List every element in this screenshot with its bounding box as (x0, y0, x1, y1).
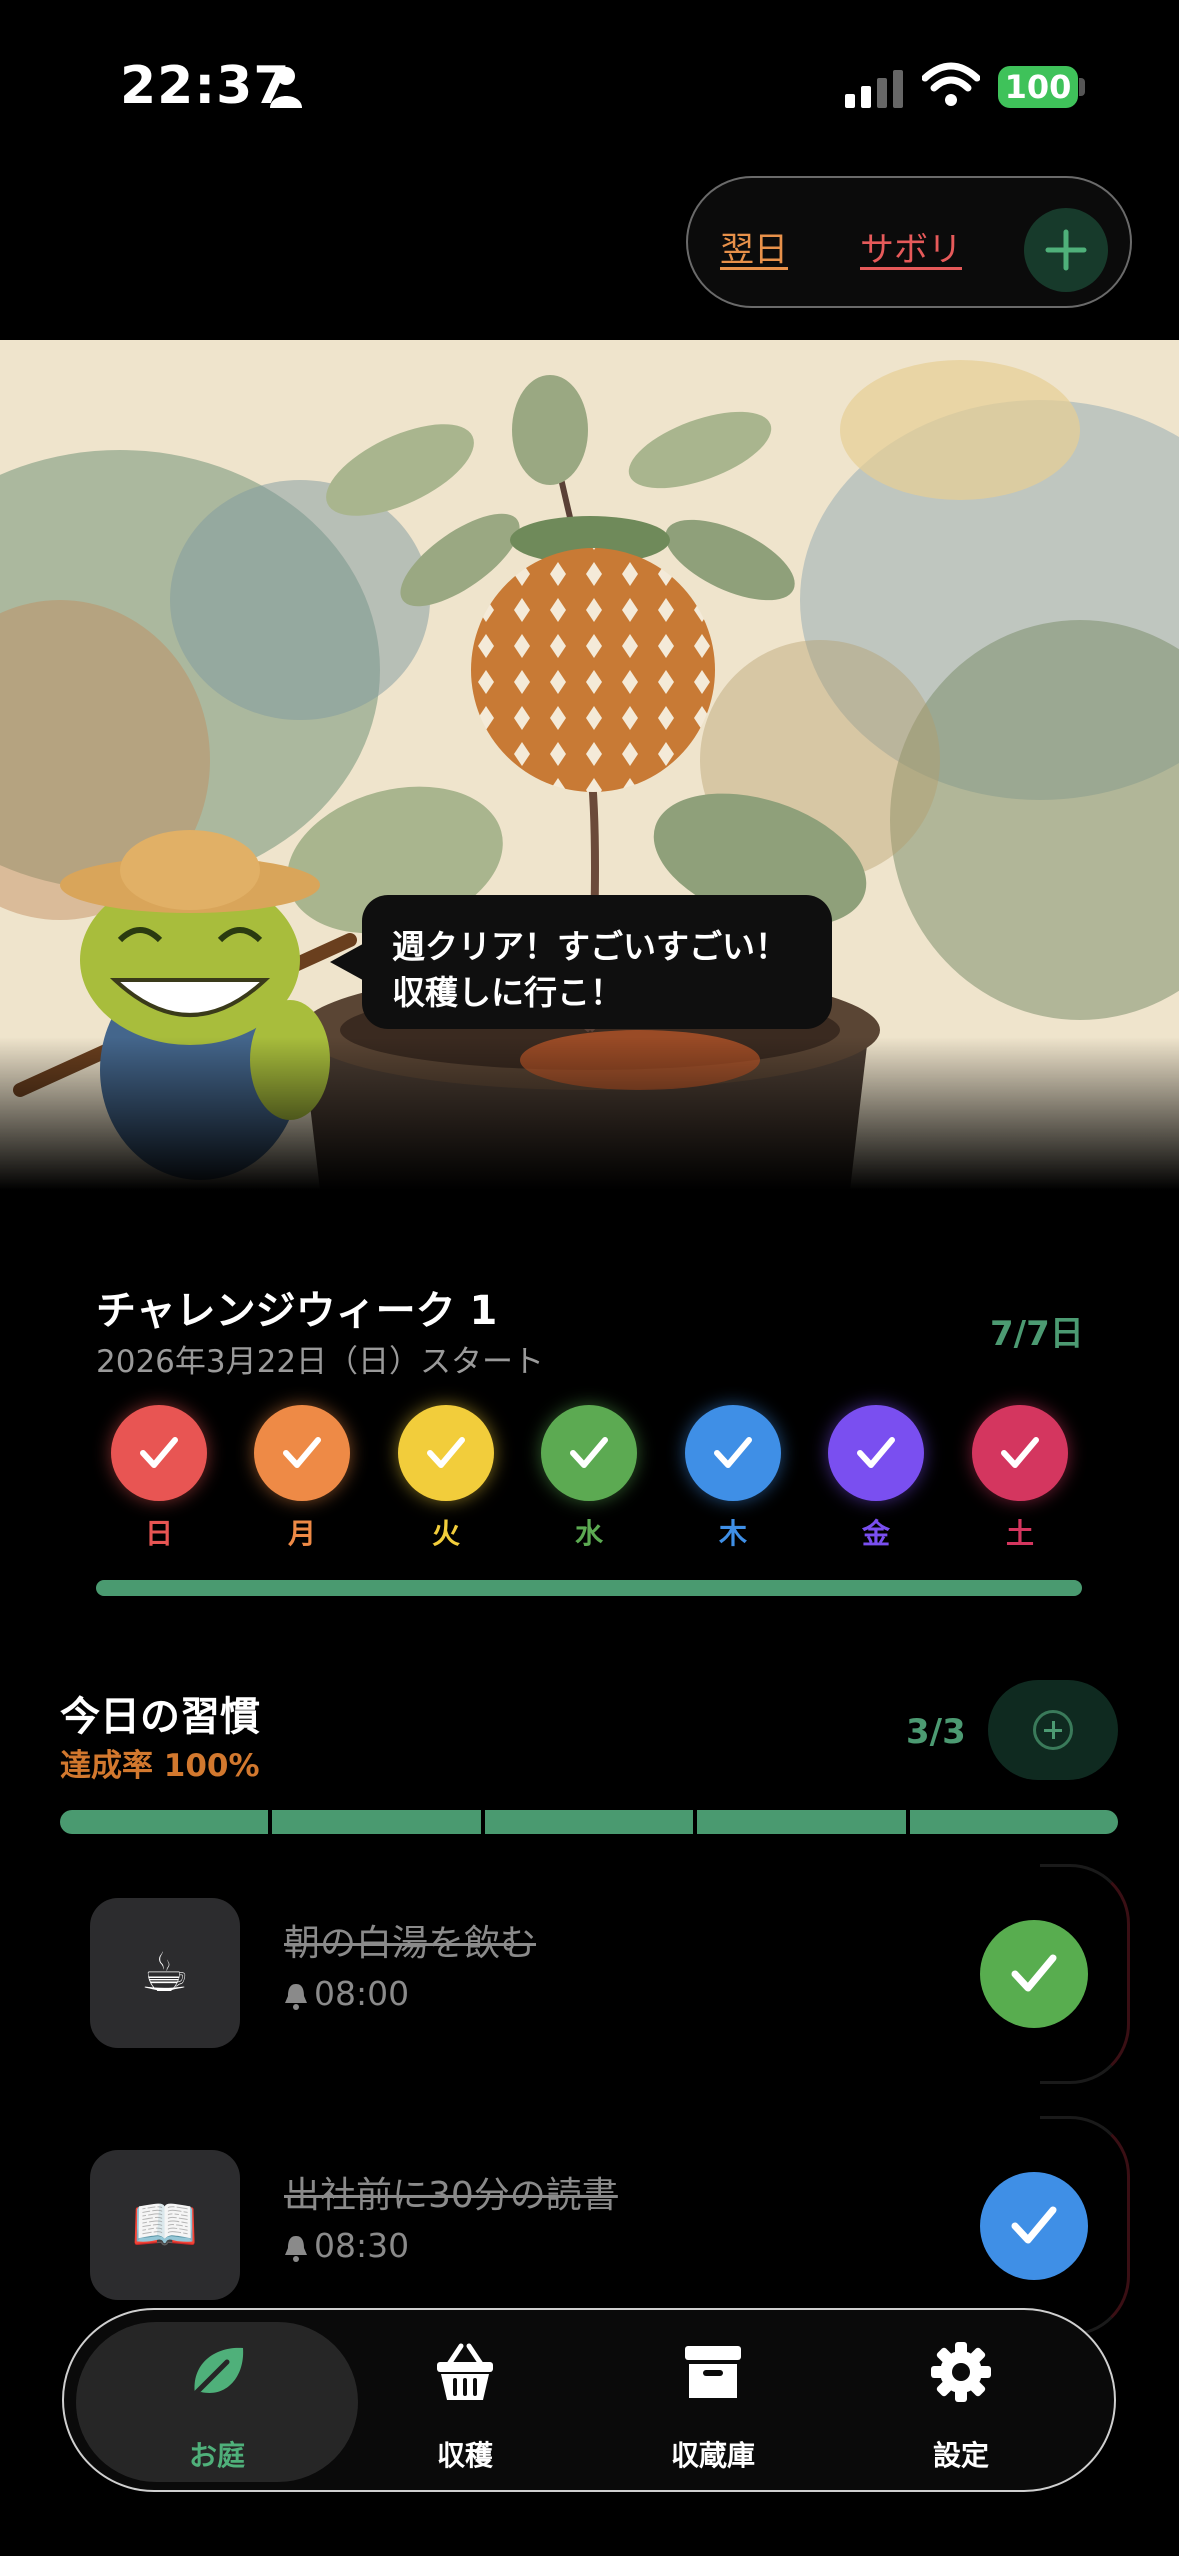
bell-icon (285, 2236, 307, 2262)
habit-name: 朝の白湯を飲む (284, 1923, 537, 1964)
check-icon (1001, 1437, 1039, 1468)
check-icon (714, 1437, 752, 1468)
signal-icon (845, 70, 903, 108)
habits-progress-bar (60, 1810, 1119, 1834)
top-action-pill: 翌日 サボリ (686, 176, 1132, 308)
archive-box-icon (685, 2346, 741, 2398)
day-circle-wed (541, 1405, 637, 1501)
tab-settings[interactable]: 設定 (820, 2322, 1102, 2482)
habits-title: 今日の習慣 (60, 1694, 260, 1740)
habit-row[interactable]: ☕ 朝の白湯を飲む 08:00 (60, 1864, 1130, 2084)
check-icon (1011, 2206, 1057, 2244)
habit-row[interactable]: 📖 出社前に30分の読書 08:30 (60, 2116, 1130, 2336)
check-icon (427, 1437, 465, 1468)
habits-count: 3/3 (906, 1712, 966, 1752)
day-label-thu: 木 (718, 1517, 747, 1550)
tab-garden[interactable]: お庭 (76, 2322, 358, 2482)
tab-label: お庭 (188, 2439, 245, 2472)
plus-icon (1045, 229, 1087, 271)
check-icon (283, 1437, 321, 1468)
check-icon (570, 1437, 608, 1468)
add-button[interactable] (1024, 208, 1108, 292)
day-label-sat: 土 (1005, 1517, 1034, 1550)
week-progress-bar (96, 1580, 1082, 1596)
day-circle-tue (398, 1405, 494, 1501)
battery-nub (1079, 78, 1085, 96)
open-book-icon: 📖 (90, 2150, 240, 2300)
day-label-mon: 月 (287, 1517, 316, 1550)
bell-icon (285, 1984, 307, 2010)
day-circle-sun (111, 1405, 207, 1501)
basket-icon (437, 2343, 493, 2400)
garden-illustration (0, 340, 1179, 1190)
status-time: 22:37 (120, 56, 291, 116)
person-icon (270, 67, 302, 108)
day-label-wed: 水 (574, 1517, 603, 1550)
speech-text-line2: 収穫しに行こ！ (392, 973, 623, 1012)
day-circle-mon (254, 1405, 350, 1501)
wifi-icon (922, 62, 980, 106)
skip-link[interactable]: サボリ (860, 222, 962, 271)
progress-segment (697, 1810, 906, 1834)
progress-segment (60, 1810, 269, 1834)
check-icon (857, 1437, 895, 1468)
plus-circle-icon (1033, 1710, 1073, 1750)
day-label-tue: 火 (431, 1517, 460, 1550)
check-icon (140, 1437, 178, 1468)
day-label-fri: 金 (861, 1517, 890, 1550)
tab-label: 収蔵庫 (670, 2439, 755, 2472)
challenge-day-count: 7/7日 (990, 1314, 1084, 1354)
challenge-start-date: 2026年3月22日（日）スタート (96, 1344, 545, 1380)
gear-icon (931, 2342, 991, 2402)
challenge-week-title: チャレンジウィーク 1 (96, 1288, 498, 1334)
add-habit-button[interactable] (988, 1680, 1118, 1780)
battery-indicator: 100 (998, 66, 1078, 108)
day-circle-sat (972, 1405, 1068, 1501)
bottom-tab-bar: お庭 収穫 収蔵庫 設定 (62, 2308, 1116, 2492)
habit-reminder-time: 08:30 (314, 2226, 410, 2265)
tab-label: 収穫 (436, 2439, 493, 2472)
coffee-cup-icon: ☕ (90, 1898, 240, 2048)
tab-storage[interactable]: 収蔵庫 (572, 2322, 854, 2482)
progress-segment (484, 1810, 694, 1834)
tab-harvest[interactable]: 収穫 (324, 2322, 606, 2482)
day-circle-thu (685, 1405, 781, 1501)
habit-reminder-time: 08:00 (314, 1974, 410, 2013)
day-circle-fri (828, 1405, 924, 1501)
speech-text-line1: 週クリア！すごいすごい！ (392, 927, 788, 966)
next-day-link[interactable]: 翌日 (720, 222, 788, 271)
progress-segment (272, 1810, 481, 1834)
habit-complete-check[interactable] (980, 1920, 1088, 2028)
habits-completion-rate: 達成率 100% (60, 1748, 260, 1784)
habit-complete-check[interactable] (980, 2172, 1088, 2280)
leaf-icon (192, 2347, 244, 2397)
tab-label: 設定 (932, 2439, 989, 2472)
check-icon (1011, 1954, 1057, 1992)
progress-segment (909, 1810, 1119, 1834)
habit-name: 出社前に30分の読書 (284, 2175, 618, 2216)
day-label-sun: 日 (144, 1517, 173, 1550)
